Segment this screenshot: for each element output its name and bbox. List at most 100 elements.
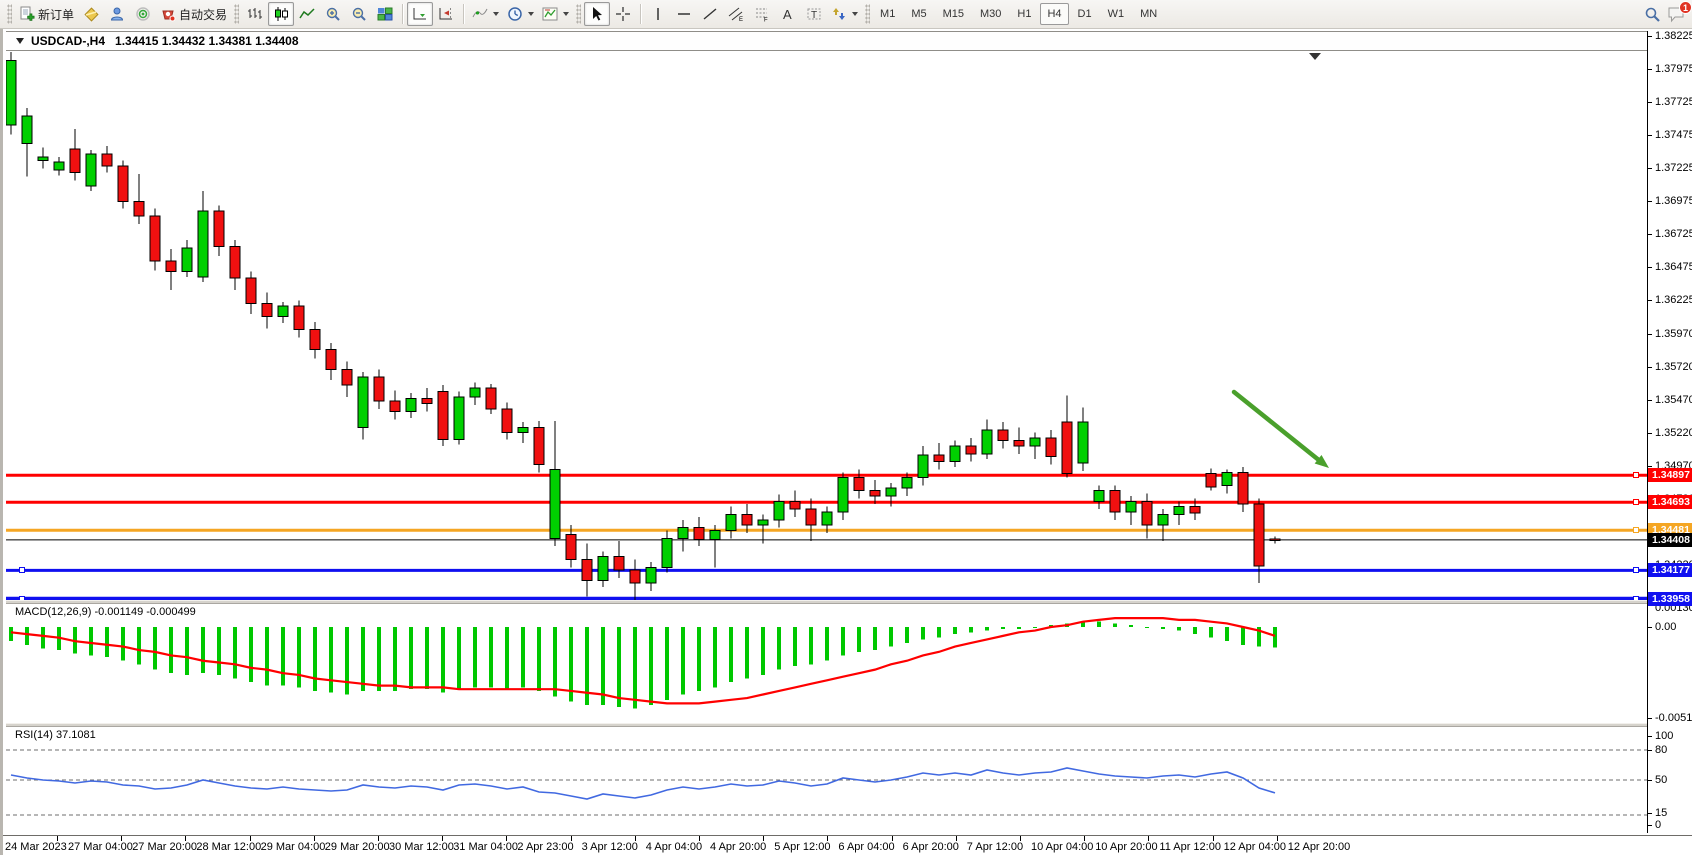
timeframe-m30[interactable]: M30 (973, 3, 1008, 25)
line-chart-button[interactable] (294, 2, 320, 26)
trendline-tool[interactable] (697, 2, 723, 26)
equidistant-channel-tool[interactable]: E (723, 2, 749, 26)
timeframe-h1[interactable]: H1 (1010, 3, 1038, 25)
auto-scroll-icon (412, 6, 428, 22)
price-tick (1648, 334, 1652, 335)
autotrading-button[interactable]: 自动交易 (156, 2, 231, 26)
indicators-icon (472, 6, 488, 22)
time-tick (314, 836, 315, 841)
line-handle[interactable] (1633, 567, 1639, 573)
candlestick-chart-button[interactable] (268, 2, 294, 26)
candle-bull (198, 211, 208, 277)
cursor-button[interactable] (584, 2, 610, 26)
toolbar-grip[interactable] (576, 4, 581, 24)
candle-bear (934, 455, 944, 462)
autotrading-label: 自动交易 (179, 6, 227, 23)
chart-title: USDCAD-,H4 (31, 34, 105, 48)
time-tick (699, 836, 700, 841)
bar-chart-icon (247, 6, 263, 22)
timeframe-h4[interactable]: H4 (1040, 3, 1068, 25)
candle-bear (1062, 422, 1072, 473)
chart-shift-icon (438, 6, 454, 22)
time-axis[interactable]: 24 Mar 202327 Mar 04:0027 Mar 20:0028 Ma… (3, 835, 1692, 855)
auto-scroll-button[interactable] (407, 2, 433, 26)
vertical-line-tool[interactable] (645, 2, 671, 26)
time-tick (250, 836, 251, 841)
text-tool[interactable]: A (775, 2, 801, 26)
price-axis[interactable]: 1.382251.379751.377251.374751.372251.369… (1647, 31, 1692, 833)
dropdown-caret (528, 12, 534, 16)
price-chart-panel[interactable] (6, 52, 1647, 600)
time-tick (956, 836, 957, 841)
time-tick-label: 11 Apr 12:00 (1159, 841, 1221, 853)
tile-windows-button[interactable] (372, 2, 398, 26)
crosshair-button[interactable] (610, 2, 636, 26)
arrows-tool[interactable] (827, 2, 862, 26)
vertical-line-icon (650, 6, 666, 22)
price-tick-label: 1.35470 (1655, 394, 1692, 406)
rsi-tick (1648, 825, 1652, 826)
timeframe-m15[interactable]: M15 (936, 3, 971, 25)
time-tick (827, 836, 828, 841)
time-tick (763, 836, 764, 841)
candle-bull (1158, 515, 1168, 526)
line-handle[interactable] (1633, 472, 1639, 478)
indicators-button[interactable] (468, 2, 503, 26)
candle-bull (182, 248, 192, 272)
svg-text:T: T (811, 10, 817, 21)
chat-button[interactable]: 1 (1667, 6, 1686, 23)
candle-bull (1078, 422, 1088, 463)
trend-arrow-annotation (1234, 392, 1320, 461)
symbol-dropdown-icon[interactable] (16, 38, 24, 44)
periods-button[interactable] (503, 2, 538, 26)
chart-ohlc-quotes: 1.34415 1.34432 1.34381 1.34408 (115, 34, 299, 48)
toolbar-grip[interactable] (7, 4, 12, 24)
macd-panel[interactable]: MACD(12,26,9) -0.001149 -0.000499 (6, 604, 1647, 723)
line-handle[interactable] (1633, 527, 1639, 533)
line-handle[interactable] (19, 567, 25, 573)
arrows-icon (831, 6, 847, 22)
community-button[interactable] (104, 2, 130, 26)
line-handle[interactable] (1633, 499, 1639, 505)
signals-button[interactable] (130, 2, 156, 26)
candle-bull (1126, 501, 1136, 512)
horizontal-line-tool[interactable] (671, 2, 697, 26)
candle-bear (998, 430, 1008, 441)
signal-target-icon (135, 6, 151, 22)
templates-button[interactable] (538, 2, 573, 26)
timeframe-m1[interactable]: M1 (873, 3, 902, 25)
timeframe-m5[interactable]: M5 (904, 3, 933, 25)
metaeditor-button[interactable] (78, 2, 104, 26)
cursor-arrow-icon (589, 6, 605, 22)
price-tick (1648, 466, 1652, 467)
candle-bull (598, 557, 608, 581)
time-tick (378, 836, 379, 841)
bar-chart-button[interactable] (242, 2, 268, 26)
time-tick (185, 836, 186, 841)
zoom-out-button[interactable] (346, 2, 372, 26)
price-tag-1.34693: 1.34693 (1648, 495, 1692, 509)
search-icon[interactable] (1644, 6, 1661, 23)
toolbar-grip[interactable] (234, 4, 239, 24)
svg-text:E: E (739, 17, 743, 22)
candle-bull (278, 306, 288, 317)
timeframe-w1[interactable]: W1 (1101, 3, 1132, 25)
candle-bull (838, 478, 848, 512)
rsi-panel[interactable]: RSI(14) 37.1081 (6, 727, 1647, 832)
new-order-label: 新订单 (38, 6, 74, 23)
price-tick (1648, 300, 1652, 301)
candle-bear (102, 154, 112, 166)
zoom-in-button[interactable] (320, 2, 346, 26)
chart-caption[interactable]: USDCAD-,H4 1.34415 1.34432 1.34381 1.344… (6, 31, 1647, 51)
candle-bear (70, 149, 80, 173)
text-label-tool[interactable]: T (801, 2, 827, 26)
candle-bear (582, 559, 592, 580)
fibonacci-tool[interactable]: F (749, 2, 775, 26)
toolbar-grip[interactable] (865, 4, 870, 24)
price-tick-label: 1.36975 (1655, 195, 1692, 207)
new-order-button[interactable]: 新订单 (15, 2, 78, 26)
timeframe-mn[interactable]: MN (1133, 3, 1164, 25)
timeframe-d1[interactable]: D1 (1071, 3, 1099, 25)
chart-shift-button[interactable] (433, 2, 459, 26)
candle-bull (86, 154, 96, 186)
